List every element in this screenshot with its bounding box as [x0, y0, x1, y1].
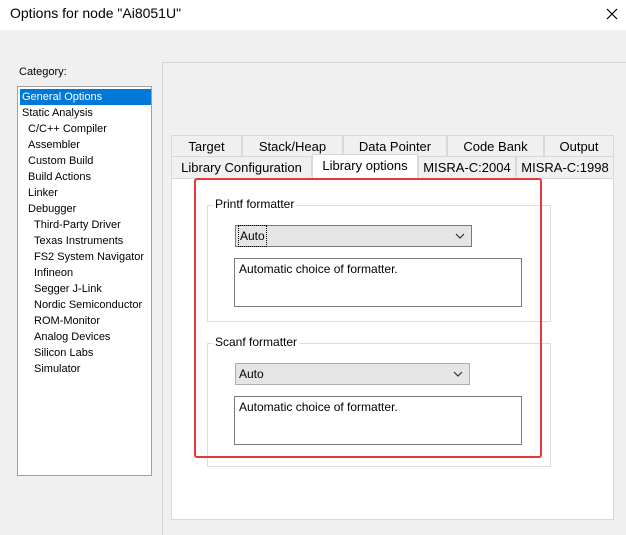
- tab-library-options[interactable]: Library options: [312, 154, 418, 178]
- category-item-texas-instruments[interactable]: Texas Instruments: [32, 233, 125, 249]
- tab-data-pointer[interactable]: Data Pointer: [343, 135, 447, 156]
- tab-code-bank[interactable]: Code Bank: [447, 135, 544, 156]
- category-item-custom-build[interactable]: Custom Build: [26, 153, 95, 169]
- tab-misra-c-1998[interactable]: MISRA-C:1998: [516, 156, 614, 177]
- scanf-formatter-value: Auto: [239, 367, 264, 381]
- category-list[interactable]: General Options Static Analysis C/C++ Co…: [17, 86, 152, 476]
- category-item-general-options[interactable]: General Options: [20, 89, 151, 105]
- tab-misra-c-2004[interactable]: MISRA-C:2004: [418, 156, 516, 177]
- category-item-linker[interactable]: Linker: [26, 185, 60, 201]
- chevron-down-icon: [451, 364, 465, 384]
- category-item-analog-devices[interactable]: Analog Devices: [32, 329, 112, 345]
- printf-formatter-description: Automatic choice of formatter.: [234, 258, 522, 307]
- category-item-build-actions[interactable]: Build Actions: [26, 169, 93, 185]
- category-item-infineon[interactable]: Infineon: [32, 265, 75, 281]
- library-options-page: Printf formatter Auto Automatic choice o…: [171, 178, 614, 520]
- category-item-fs2-system-navigator[interactable]: FS2 System Navigator: [32, 249, 146, 265]
- printf-formatter-select[interactable]: Auto: [235, 225, 472, 247]
- scanf-formatter-select[interactable]: Auto: [235, 363, 470, 385]
- tab-target[interactable]: Target: [171, 135, 242, 156]
- printf-formatter-value: Auto: [238, 225, 267, 247]
- category-item-simulator[interactable]: Simulator: [32, 361, 82, 377]
- tab-output[interactable]: Output: [544, 135, 614, 156]
- tab-stack-heap[interactable]: Stack/Heap: [242, 135, 343, 156]
- category-label: Category:: [19, 66, 67, 78]
- category-item-segger-jlink[interactable]: Segger J-Link: [32, 281, 104, 297]
- category-item-rom-monitor[interactable]: ROM-Monitor: [32, 313, 102, 329]
- category-item-assembler[interactable]: Assembler: [26, 137, 82, 153]
- printf-formatter-title: Printf formatter: [213, 197, 297, 211]
- window-title: Options for node "Ai8051U": [10, 5, 182, 21]
- close-button[interactable]: [598, 0, 626, 28]
- category-item-c-cpp-compiler[interactable]: C/C++ Compiler: [26, 121, 109, 137]
- category-item-debugger[interactable]: Debugger: [26, 201, 78, 217]
- category-item-silicon-labs[interactable]: Silicon Labs: [32, 345, 95, 361]
- scanf-formatter-title: Scanf formatter: [213, 335, 300, 349]
- category-item-third-party-driver[interactable]: Third-Party Driver: [32, 217, 123, 233]
- chevron-down-icon: [453, 226, 467, 246]
- category-item-static-analysis[interactable]: Static Analysis: [20, 105, 95, 121]
- category-item-nordic-semiconductor[interactable]: Nordic Semiconductor: [32, 297, 144, 313]
- tab-library-configuration[interactable]: Library Configuration: [171, 156, 312, 177]
- close-icon: [606, 8, 618, 20]
- scanf-formatter-description: Automatic choice of formatter.: [234, 396, 522, 445]
